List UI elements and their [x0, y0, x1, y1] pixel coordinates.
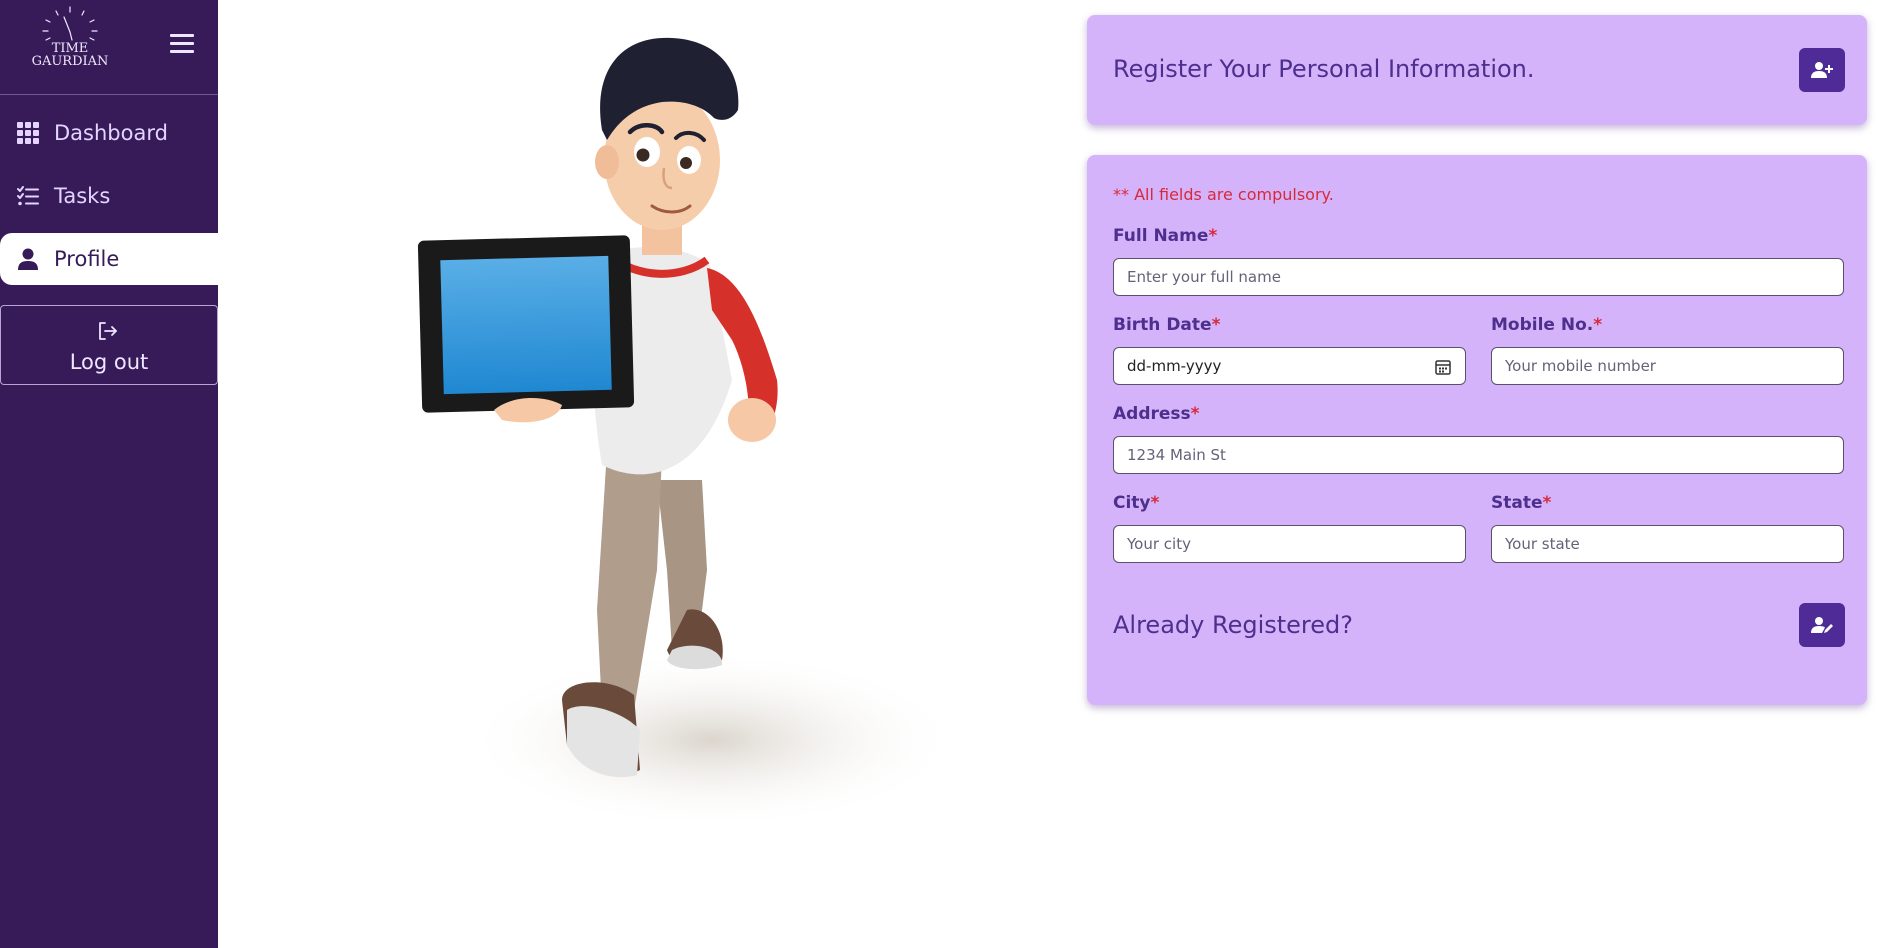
user-edit-icon [1811, 617, 1833, 633]
register-header-card: Register Your Personal Information. [1087, 15, 1867, 125]
nav-label-tasks: Tasks [54, 184, 111, 208]
full-name-input[interactable] [1113, 258, 1844, 296]
register-button[interactable] [1799, 48, 1845, 92]
nav-item-dashboard[interactable]: Dashboard [0, 107, 218, 159]
calendar-icon[interactable] [1435, 359, 1451, 375]
mobile-label: Mobile No.* [1491, 315, 1603, 335]
state-label: State* [1491, 493, 1552, 513]
user-plus-icon [1811, 62, 1833, 78]
login-button[interactable] [1799, 603, 1845, 647]
birth-date-value: dd-mm-yyyy [1127, 357, 1222, 375]
birth-date-input[interactable]: dd-mm-yyyy [1113, 347, 1466, 385]
birth-date-label: Birth Date* [1113, 315, 1221, 335]
logout-icon [97, 320, 119, 342]
state-input[interactable] [1491, 525, 1844, 563]
logout-button[interactable]: Log out [0, 305, 218, 385]
address-input[interactable] [1113, 436, 1844, 474]
full-name-label: Full Name* [1113, 226, 1218, 246]
sidebar: TIME GAURDIAN Dashboard Tasks Profile Lo… [0, 0, 218, 948]
time-gaurdian-logo: TIME GAURDIAN [28, 4, 112, 70]
registration-form-card: ** All fields are compulsory. Full Name*… [1087, 155, 1867, 705]
menu-toggle-icon[interactable] [170, 34, 194, 56]
character-illustration [417, 37, 962, 830]
logout-label: Log out [69, 350, 149, 374]
city-label: City* [1113, 493, 1160, 513]
nav-item-tasks[interactable]: Tasks [0, 170, 218, 222]
already-registered-label: Already Registered? [1113, 611, 1353, 639]
logo-line-2: GAURDIAN [31, 54, 109, 69]
nav-label-dashboard: Dashboard [54, 121, 168, 145]
logo-area: TIME GAURDIAN [0, 0, 218, 95]
grid-icon [16, 121, 40, 145]
nav-item-profile[interactable]: Profile [0, 233, 218, 285]
mobile-input[interactable] [1491, 347, 1844, 385]
city-input[interactable] [1113, 525, 1466, 563]
address-label: Address* [1113, 404, 1200, 424]
user-icon [16, 247, 40, 271]
nav-label-profile: Profile [54, 247, 120, 271]
required-note: ** All fields are compulsory. [1113, 185, 1334, 204]
register-title: Register Your Personal Information. [1113, 55, 1535, 83]
checklist-icon [16, 184, 40, 208]
